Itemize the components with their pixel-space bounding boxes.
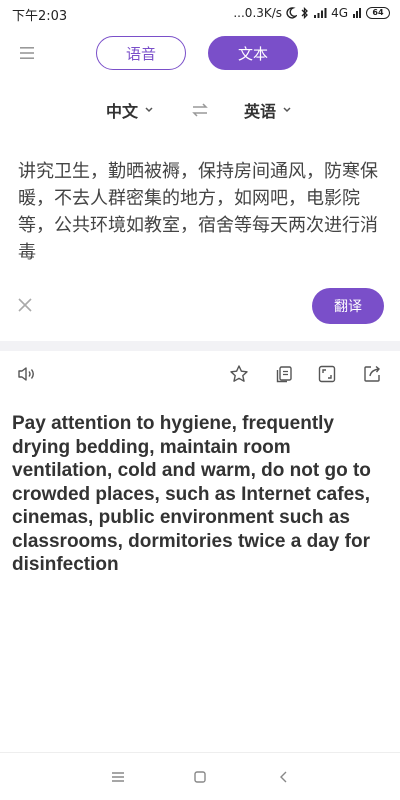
nav-home-button[interactable] bbox=[192, 769, 208, 785]
share-button[interactable] bbox=[362, 364, 382, 384]
tab-text[interactable]: 文本 bbox=[208, 36, 298, 70]
close-icon bbox=[18, 298, 32, 312]
moon-icon bbox=[286, 7, 298, 19]
speak-button[interactable] bbox=[16, 364, 36, 384]
expand-icon bbox=[318, 365, 336, 383]
home-icon bbox=[194, 771, 206, 783]
network-type: 4G bbox=[331, 6, 348, 20]
speaker-icon bbox=[18, 367, 34, 381]
navigation-bar bbox=[0, 752, 400, 800]
menu-icon bbox=[112, 772, 124, 782]
chevron-down-icon bbox=[145, 107, 153, 113]
translate-button[interactable]: 翻译 bbox=[312, 288, 384, 324]
signal-icon-2 bbox=[353, 8, 361, 18]
bluetooth-icon bbox=[301, 6, 308, 19]
clear-button[interactable] bbox=[16, 296, 34, 314]
status-time: 下午2:03 bbox=[12, 9, 68, 24]
copy-button[interactable] bbox=[274, 364, 294, 384]
tab-voice[interactable]: 语音 bbox=[96, 36, 186, 70]
back-icon bbox=[280, 771, 287, 783]
signal-icon bbox=[314, 8, 327, 18]
section-divider bbox=[0, 341, 400, 351]
swap-icon bbox=[192, 103, 208, 117]
battery-icon: 64 bbox=[366, 7, 390, 19]
nav-recents-button[interactable] bbox=[110, 769, 126, 785]
network-speed: ...0.3K/s bbox=[233, 6, 283, 20]
source-text-input[interactable]: 讲究卫生，勤晒被褥，保持房间通风，防寒保暖，不去人群密集的地方，如网吧，电影院等… bbox=[18, 158, 384, 266]
menu-button[interactable] bbox=[18, 44, 38, 62]
source-language-label: 中文 bbox=[106, 102, 139, 121]
favorite-button[interactable] bbox=[229, 364, 249, 384]
source-language-select[interactable]: 中文 bbox=[106, 98, 154, 122]
status-indicators: ...0.3K/s 4G 64 bbox=[233, 4, 390, 22]
chevron-down-icon bbox=[283, 107, 291, 113]
target-language-label: 英语 bbox=[244, 102, 277, 121]
copy-icon bbox=[276, 366, 292, 383]
translation-result: Pay attention to hygiene, frequently dry… bbox=[12, 413, 371, 575]
star-icon bbox=[230, 365, 248, 382]
swap-languages-button[interactable] bbox=[190, 100, 210, 120]
share-icon bbox=[364, 365, 380, 382]
hamburger-icon bbox=[20, 47, 34, 59]
target-language-select[interactable]: 英语 bbox=[244, 98, 292, 122]
fullscreen-button[interactable] bbox=[317, 364, 337, 384]
status-bar: 下午2:03 ...0.3K/s 4G 64 bbox=[0, 0, 400, 26]
nav-back-button[interactable] bbox=[276, 769, 292, 785]
